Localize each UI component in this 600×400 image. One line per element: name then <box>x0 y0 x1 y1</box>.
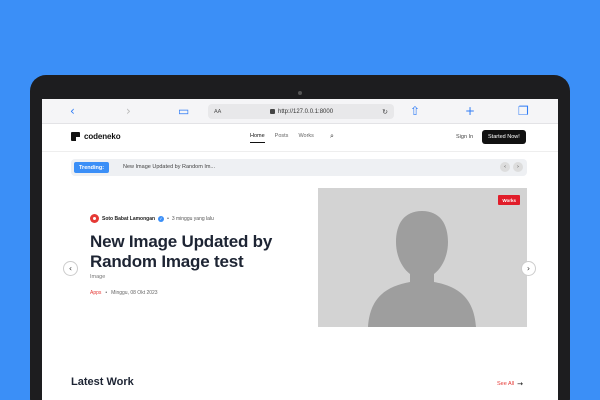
site-logo[interactable]: codeneko <box>71 132 121 141</box>
hero-meta: Apps • Minggu, 08 Okt 2023 <box>90 290 310 296</box>
back-icon[interactable]: ‹ <box>70 104 75 118</box>
verified-icon: ✓ <box>158 215 165 222</box>
post-date: Minggu, 08 Okt 2023 <box>111 290 158 296</box>
works-badge: Works <box>498 195 520 205</box>
site-header: codeneko Home Posts Works ⌕ Sign In Star… <box>42 124 558 152</box>
trending-prev-icon[interactable]: ‹ <box>500 162 510 172</box>
address-bar[interactable]: AA http://127.0.0.1:8000 ↻ <box>208 104 394 119</box>
reader-aa-button[interactable]: AA <box>214 109 221 115</box>
dot-separator: • <box>167 215 169 222</box>
latest-work-heading: Latest Work <box>71 376 134 388</box>
browser-toolbar: ‹ › ▭ AA http://127.0.0.1:8000 ↻ ⇧ + ❐ <box>42 99 558 124</box>
category-link[interactable]: Apps <box>90 290 101 296</box>
laptop-frame: ‹ › ▭ AA http://127.0.0.1:8000 ↻ ⇧ + ❐ c… <box>30 75 570 400</box>
new-tab-icon[interactable]: + <box>465 104 475 118</box>
arrow-right-icon: → <box>517 380 523 388</box>
search-icon[interactable]: ⌕ <box>330 132 334 141</box>
lock-icon <box>270 109 275 114</box>
book-icon[interactable]: ▭ <box>178 104 189 118</box>
camera <box>298 91 302 95</box>
started-now-button[interactable]: Started Now! <box>482 130 526 144</box>
tabs-icon[interactable]: ❐ <box>518 104 529 118</box>
share-icon[interactable]: ⇧ <box>410 104 420 118</box>
reload-icon[interactable]: ↻ <box>382 108 388 116</box>
hero-subtitle: Image <box>90 274 106 280</box>
nav-posts[interactable]: Posts <box>275 133 289 143</box>
trending-next-icon[interactable]: › <box>513 162 523 172</box>
trending-headline[interactable]: New Image Updated by Random Im... <box>123 164 215 170</box>
time-ago: 3 minggu yang lalu <box>171 215 214 222</box>
sign-in-link[interactable]: Sign In <box>456 134 473 140</box>
see-all-label: See All <box>497 381 515 387</box>
logo-mark-icon <box>71 132 80 141</box>
author-name[interactable]: Soto Babat Lamongan <box>102 216 155 222</box>
person-placeholder-icon <box>318 188 527 327</box>
forward-icon[interactable]: › <box>126 104 131 118</box>
slider-prev-button[interactable]: ‹ <box>63 261 78 276</box>
author-row: Soto Babat Lamongan ✓ • 3 minggu yang la… <box>90 214 310 223</box>
hero-image[interactable]: Works <box>318 188 527 327</box>
trending-label: Trending: <box>74 162 110 173</box>
main-nav: Home Posts Works <box>250 133 314 143</box>
nav-works[interactable]: Works <box>298 133 313 143</box>
hero-content: Soto Babat Lamongan ✓ • 3 minggu yang la… <box>90 214 310 296</box>
avatar[interactable] <box>90 214 99 223</box>
nav-home[interactable]: Home <box>250 133 265 143</box>
logo-text: codeneko <box>84 132 121 141</box>
browser-window: ‹ › ▭ AA http://127.0.0.1:8000 ↻ ⇧ + ❐ c… <box>42 99 558 400</box>
hero-title[interactable]: New Image Updated by Random Image test <box>90 232 310 272</box>
dot-separator: • <box>105 290 108 296</box>
slider-next-button[interactable]: › <box>521 261 536 276</box>
url-text: http://127.0.0.1:8000 <box>278 108 334 115</box>
trending-bar: Trending: New Image Updated by Random Im… <box>71 159 527 176</box>
see-all-link[interactable]: See All → <box>497 380 523 388</box>
